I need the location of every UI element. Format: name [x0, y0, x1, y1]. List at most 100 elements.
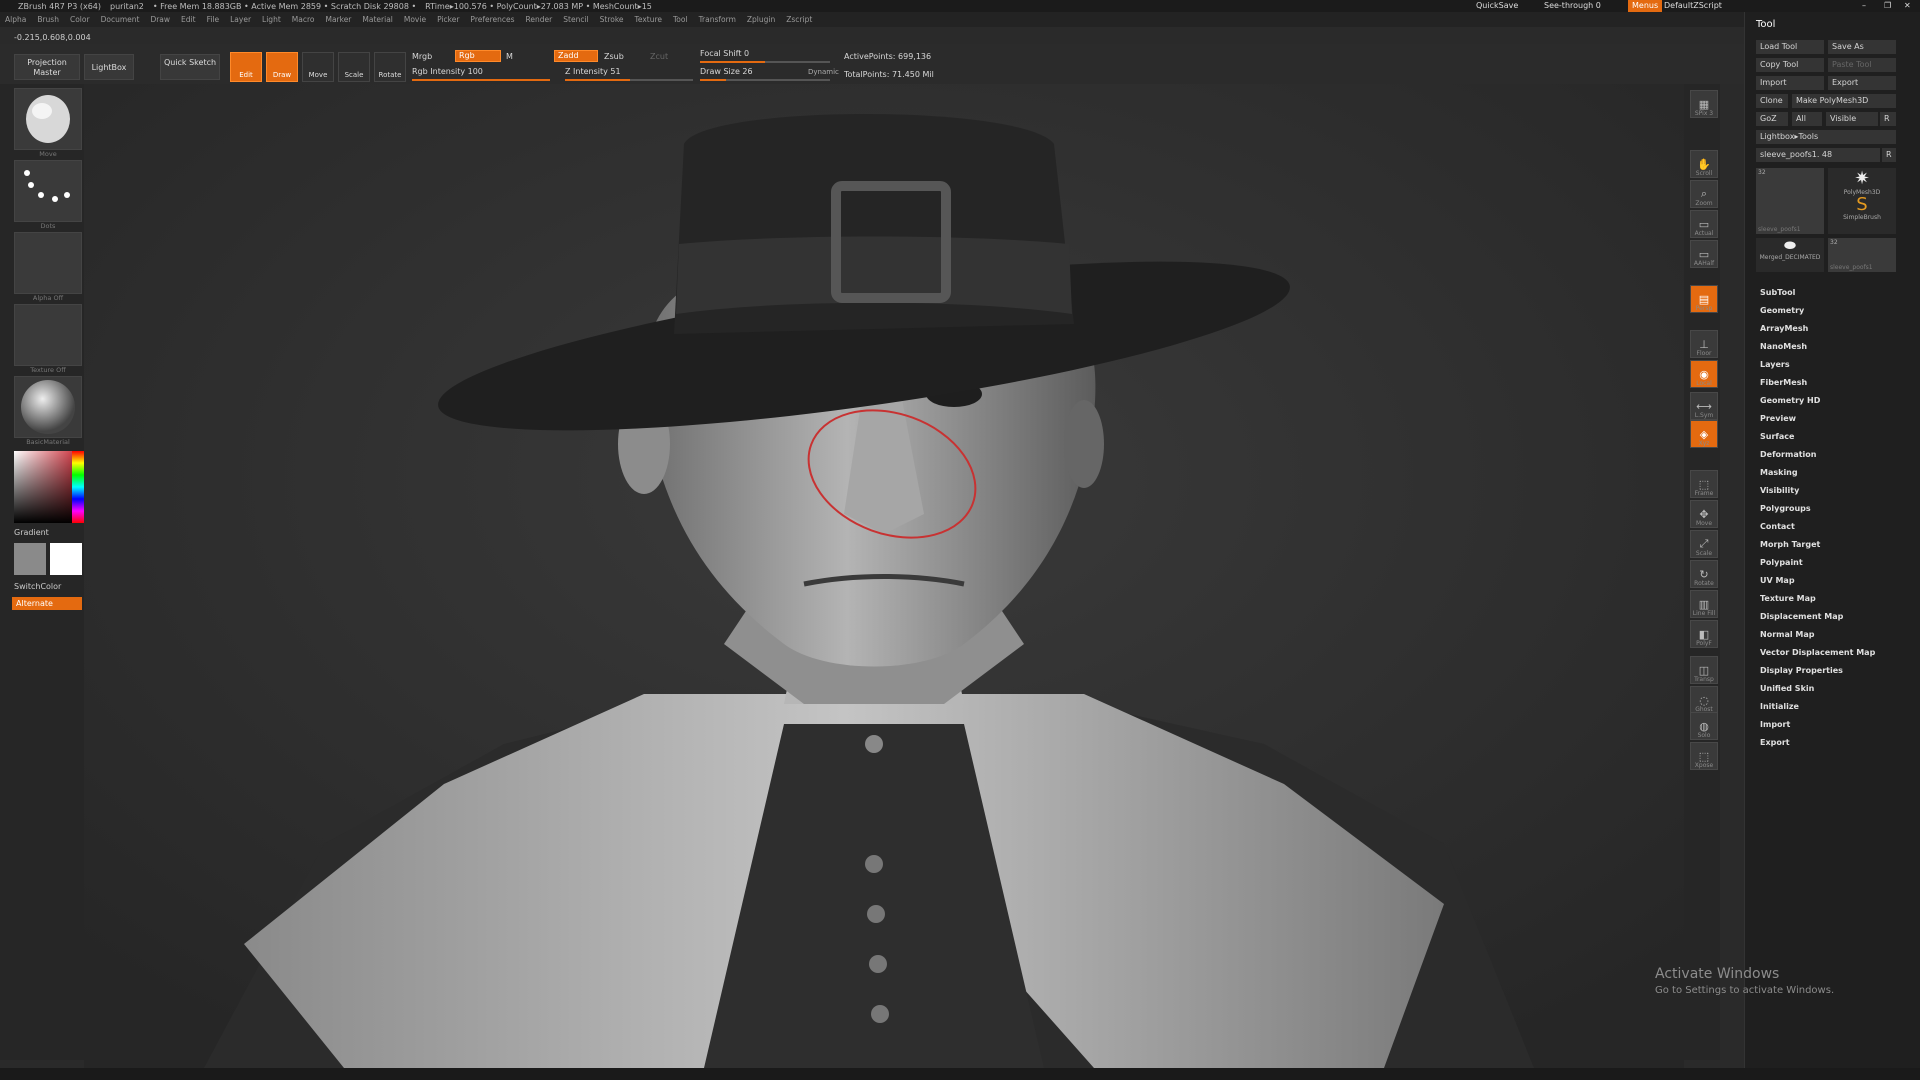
goz-all-button[interactable]: All — [1792, 112, 1822, 126]
mrgb-toggle[interactable]: Mrgb — [412, 52, 432, 61]
tool-export-button[interactable]: Export — [1828, 76, 1896, 90]
section-subtool[interactable]: SubTool — [1760, 288, 1795, 297]
rotate-mode-button[interactable]: Rotate — [374, 52, 406, 82]
section-fibermesh[interactable]: FiberMesh — [1760, 378, 1807, 387]
menu-zplugin[interactable]: Zplugin — [747, 15, 775, 24]
section-geometry[interactable]: Geometry — [1760, 306, 1804, 315]
menu-zscript[interactable]: Zscript — [786, 15, 812, 24]
section-vector-displacement-map[interactable]: Vector Displacement Map — [1760, 648, 1875, 657]
main-color-swatch[interactable] — [14, 543, 46, 575]
canvas-viewport[interactable] — [84, 84, 1684, 1068]
draw-size-slider[interactable] — [700, 79, 830, 81]
clone-button[interactable]: Clone — [1756, 94, 1788, 108]
menu-tool[interactable]: Tool — [673, 15, 688, 24]
alternate-button[interactable]: Alternate — [12, 597, 82, 610]
tool-thumb-merged[interactable]: ⬬ Merged_DECIMATED — [1756, 238, 1824, 272]
hue-strip[interactable] — [72, 451, 84, 523]
menu-brush[interactable]: Brush — [37, 15, 59, 24]
zcut-toggle[interactable]: Zcut — [650, 52, 668, 61]
menu-edit[interactable]: Edit — [181, 15, 196, 24]
section-displacement-map[interactable]: Displacement Map — [1760, 612, 1843, 621]
section-arraymesh[interactable]: ArrayMesh — [1760, 324, 1808, 333]
maximize-icon[interactable]: ❐ — [1880, 0, 1895, 12]
section-layers[interactable]: Layers — [1760, 360, 1790, 369]
copy-tool-button[interactable]: Copy Tool — [1756, 58, 1824, 72]
save-as-button[interactable]: Save As — [1828, 40, 1896, 54]
menu-alpha[interactable]: Alpha — [5, 15, 26, 24]
section-preview[interactable]: Preview — [1760, 414, 1796, 423]
section-texture-map[interactable]: Texture Map — [1760, 594, 1816, 603]
tool-thumb-polymesh3d[interactable]: ✷ PolyMesh3D S SimpleBrush — [1828, 168, 1896, 234]
menus-button[interactable]: Menus — [1628, 0, 1663, 12]
menu-render[interactable]: Render — [526, 15, 553, 24]
section-unified-skin[interactable]: Unified Skin — [1760, 684, 1814, 693]
quicksave-button[interactable]: QuickSave — [1472, 0, 1522, 12]
section-normal-map[interactable]: Normal Map — [1760, 630, 1814, 639]
tool-thumb-sleeve-2[interactable]: 32 sleeve_poofs1 — [1828, 238, 1896, 272]
section-export[interactable]: Export — [1760, 738, 1790, 747]
m-toggle[interactable]: M — [506, 52, 513, 61]
move-mode-button[interactable]: Move — [302, 52, 334, 82]
section-polypaint[interactable]: Polypaint — [1760, 558, 1803, 567]
section-contact[interactable]: Contact — [1760, 522, 1795, 531]
section-morph-target[interactable]: Morph Target — [1760, 540, 1820, 549]
tool-import-button[interactable]: Import — [1756, 76, 1824, 90]
minimize-icon[interactable]: – — [1858, 0, 1870, 12]
scale-mode-button[interactable]: Scale — [338, 52, 370, 82]
menu-movie[interactable]: Movie — [404, 15, 426, 24]
stroke-selector[interactable] — [14, 160, 82, 222]
section-initialize[interactable]: Initialize — [1760, 702, 1799, 711]
section-visibility[interactable]: Visibility — [1760, 486, 1799, 495]
alpha-selector[interactable] — [14, 232, 82, 294]
menu-macro[interactable]: Macro — [292, 15, 315, 24]
make-polymesh-button[interactable]: Make PolyMesh3D — [1792, 94, 1896, 108]
menu-draw[interactable]: Draw — [150, 15, 170, 24]
lightbox-tools-button[interactable]: Lightbox▸Tools — [1756, 130, 1896, 144]
current-tool-slider[interactable]: sleeve_poofs1. 48 — [1756, 148, 1880, 162]
zsub-toggle[interactable]: Zsub — [604, 52, 624, 61]
section-deformation[interactable]: Deformation — [1760, 450, 1816, 459]
dynamic-toggle[interactable]: Dynamic — [808, 68, 839, 76]
menu-transform[interactable]: Transform — [699, 15, 736, 24]
menu-layer[interactable]: Layer — [230, 15, 251, 24]
goz-button[interactable]: GoZ — [1756, 112, 1788, 126]
paste-tool-button[interactable]: Paste Tool — [1828, 58, 1896, 72]
draw-mode-button[interactable]: Draw — [266, 52, 298, 82]
section-import[interactable]: Import — [1760, 720, 1790, 729]
material-selector[interactable] — [14, 376, 82, 438]
projection-master-button[interactable]: Projection Master — [14, 54, 80, 80]
brush-selector[interactable] — [14, 88, 82, 150]
zadd-toggle[interactable]: Zadd — [554, 50, 598, 62]
menu-document[interactable]: Document — [101, 15, 140, 24]
menu-texture[interactable]: Texture — [635, 15, 662, 24]
menu-stencil[interactable]: Stencil — [563, 15, 588, 24]
texture-selector[interactable] — [14, 304, 82, 366]
default-zscript-button[interactable]: DefaultZScript — [1660, 0, 1726, 12]
menu-material[interactable]: Material — [362, 15, 392, 24]
menu-light[interactable]: Light — [262, 15, 281, 24]
menu-marker[interactable]: Marker — [325, 15, 351, 24]
current-tool-r-button[interactable]: R — [1882, 148, 1896, 162]
quick-sketch-button[interactable]: Quick Sketch — [160, 54, 220, 80]
goz-visible-button[interactable]: Visible — [1826, 112, 1878, 126]
z-intensity-slider[interactable] — [565, 79, 693, 81]
lightbox-button[interactable]: LightBox — [84, 54, 134, 80]
rgb-intensity-slider[interactable] — [412, 79, 550, 81]
tool-thumb-sleeve[interactable]: 32 sleeve_poofs1 — [1756, 168, 1824, 234]
gradient-label[interactable]: Gradient — [14, 528, 49, 537]
section-nanomesh[interactable]: NanoMesh — [1760, 342, 1807, 351]
section-uv-map[interactable]: UV Map — [1760, 576, 1795, 585]
rgb-toggle[interactable]: Rgb — [455, 50, 501, 62]
menu-stroke[interactable]: Stroke — [600, 15, 624, 24]
menu-file[interactable]: File — [207, 15, 220, 24]
section-display-properties[interactable]: Display Properties — [1760, 666, 1843, 675]
menu-picker[interactable]: Picker — [437, 15, 459, 24]
secondary-color-swatch[interactable] — [50, 543, 82, 575]
menu-color[interactable]: Color — [70, 15, 90, 24]
load-tool-button[interactable]: Load Tool — [1756, 40, 1824, 54]
switchcolor-button[interactable]: SwitchColor — [14, 582, 61, 591]
focal-shift-slider[interactable] — [700, 61, 830, 63]
goz-r-button[interactable]: R — [1880, 112, 1896, 126]
section-polygroups[interactable]: Polygroups — [1760, 504, 1811, 513]
edit-mode-button[interactable]: Edit — [230, 52, 262, 82]
